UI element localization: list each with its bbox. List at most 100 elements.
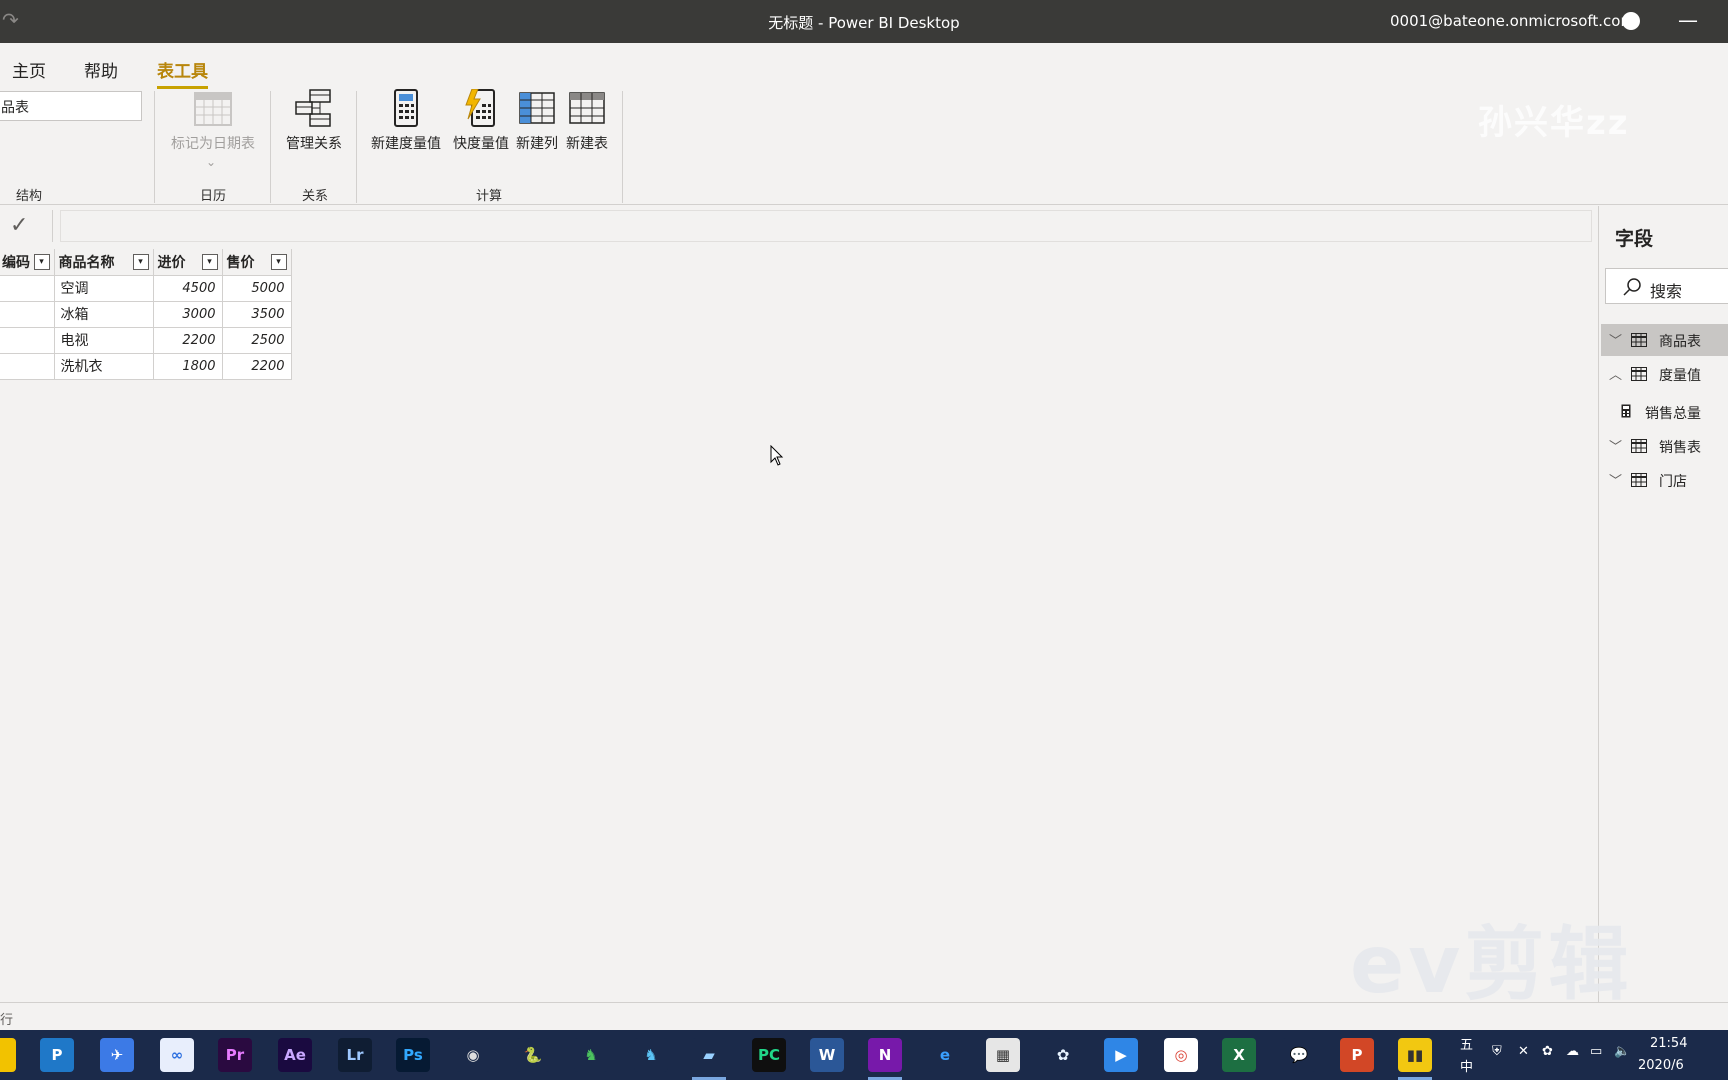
minimize-button[interactable]: — [1678, 8, 1698, 32]
field-label: 销售表 [1659, 440, 1701, 456]
cell-name[interactable]: 冰箱 [54, 301, 154, 328]
excel-icon[interactable]: X [1222, 1038, 1256, 1072]
chrome-icon[interactable]: ◎ [1164, 1038, 1198, 1072]
word-icon[interactable]: W [810, 1038, 844, 1072]
cell-cost[interactable]: 3000 [153, 301, 223, 328]
pycharm-icon[interactable]: PC [752, 1038, 786, 1072]
chevron-down-icon[interactable]: ⌄ [206, 155, 216, 169]
mark-date-table-button[interactable]: 标记为日期表 [166, 89, 260, 153]
evernote-icon[interactable]: ♞ [574, 1038, 608, 1072]
table-row[interactable]: 洗机衣 1800 2200 [0, 353, 292, 380]
cell-name[interactable]: 电视 [54, 327, 154, 354]
table-row[interactable]: 空调 4500 5000 [0, 275, 292, 302]
manage-relations-button[interactable]: 管理关系 [280, 89, 348, 153]
notepad-icon[interactable]: ▰ [692, 1038, 726, 1080]
column-header-cost[interactable]: 进价 ▾ [153, 249, 223, 276]
chevron-up-icon[interactable]: ︿ [1609, 364, 1622, 383]
baidu-netdisk-icon[interactable]: ∞ [160, 1038, 194, 1072]
pinwheel-icon[interactable]: ✿ [1046, 1038, 1080, 1072]
powerpoint-icon[interactable]: P [1340, 1038, 1374, 1072]
powerbi-icon[interactable]: ▮▮ [1398, 1038, 1432, 1080]
photoshop-icon[interactable]: Ps [396, 1038, 430, 1072]
new-measure-button[interactable]: 新建度量值 [366, 89, 446, 153]
lightroom-icon[interactable]: Lr [338, 1038, 372, 1072]
cell-code[interactable] [0, 327, 55, 354]
new-column-button[interactable]: 新建列 [512, 89, 562, 153]
evernote-alt-icon[interactable]: ♞ [634, 1038, 668, 1072]
network-icon[interactable]: ▭ [1590, 1044, 1602, 1059]
wechat-icon[interactable]: 💬 [1282, 1038, 1316, 1072]
formula-input[interactable] [60, 210, 1592, 242]
edge-icon[interactable]: e [928, 1038, 962, 1072]
calculator-icon[interactable]: ▦ [986, 1038, 1020, 1072]
ribbon: 主页 帮助 表工具 品表 结构 标记为日期表 ⌄ 日历 管理关系 关系 新建度量… [0, 43, 1728, 205]
account-email[interactable]: 0001@bateone.onmicrosoft.com [1390, 12, 1635, 30]
new-table-button[interactable]: 新建表 [562, 89, 612, 153]
new-table-label: 新建表 [566, 136, 608, 152]
column-header-code[interactable]: 编码 ▾ [0, 249, 55, 276]
explorer-icon[interactable] [0, 1038, 16, 1072]
quick-measure-icon [465, 89, 495, 127]
video-player-icon[interactable]: ▶ [1104, 1038, 1138, 1072]
chevron-down-icon[interactable]: ▾ [270, 254, 287, 270]
chevron-down-icon[interactable]: ▾ [132, 254, 149, 270]
column-header-price[interactable]: 售价 ▾ [222, 249, 292, 276]
avatar[interactable] [1622, 12, 1640, 30]
title-bar: ↷ 无标题 - Power BI Desktop 0001@bateone.on… [0, 0, 1728, 43]
table-row[interactable]: 电视 2200 2500 [0, 327, 292, 354]
feishu-icon[interactable]: ✈ [100, 1038, 134, 1072]
premiere-icon[interactable]: Pr [218, 1038, 252, 1072]
after-effects-icon[interactable]: Ae [278, 1038, 312, 1072]
chevron-down-icon[interactable]: ▾ [33, 254, 50, 270]
volume-icon[interactable]: 🔈 [1614, 1044, 1630, 1059]
nvidia-icon[interactable]: ✕ [1518, 1044, 1529, 1059]
clock-time[interactable]: 21:54 [1650, 1036, 1687, 1051]
cell-code[interactable] [0, 301, 55, 328]
cell-cost[interactable]: 1800 [153, 353, 223, 380]
group-divider [154, 91, 155, 203]
cell-price[interactable]: 5000 [222, 275, 292, 302]
tab-help[interactable]: 帮助 [84, 57, 118, 82]
chevron-down-icon[interactable]: ▾ [201, 254, 218, 270]
shield-icon[interactable]: ⛨ [1492, 1044, 1502, 1059]
ime-language-indicator[interactable]: 中 [1460, 1056, 1473, 1075]
search-input[interactable]: 搜索 [1605, 268, 1728, 304]
chevron-down-icon[interactable]: ﹀ [1609, 436, 1622, 455]
cell-price[interactable]: 2200 [222, 353, 292, 380]
clock-date[interactable]: 2020/6 [1638, 1058, 1684, 1073]
field-table-stores[interactable]: ﹀ 门店 [1601, 464, 1728, 496]
field-table-sales[interactable]: ﹀ 销售表 [1601, 430, 1728, 462]
quick-measure-button[interactable]: 快度量值 [448, 89, 514, 153]
table-row[interactable]: 冰箱 3000 3500 [0, 301, 292, 328]
field-table-products[interactable]: ﹀ 商品表 [1601, 324, 1728, 356]
cell-name[interactable]: 洗机衣 [54, 353, 154, 380]
cell-code[interactable] [0, 353, 55, 380]
tab-home[interactable]: 主页 [12, 57, 46, 82]
cell-code[interactable] [0, 275, 55, 302]
table-name-input[interactable]: 品表 [0, 91, 142, 121]
chevron-down-icon[interactable]: ﹀ [1609, 330, 1622, 349]
cell-cost[interactable]: 2200 [153, 327, 223, 354]
field-label: 门店 [1659, 474, 1687, 490]
chevron-down-icon[interactable]: ﹀ [1609, 470, 1622, 489]
field-table-measures[interactable]: ︿ 度量值 [1601, 358, 1728, 390]
cell-cost[interactable]: 4500 [153, 275, 223, 302]
column-header-name[interactable]: 商品名称 ▾ [54, 249, 154, 276]
group-label-calculations: 计算 [476, 189, 503, 204]
cell-price[interactable]: 2500 [222, 327, 292, 354]
cell-name[interactable]: 空调 [54, 275, 154, 302]
cinema4d-icon[interactable]: ◉ [456, 1038, 490, 1072]
status-bar: 行 [0, 1002, 1728, 1030]
tab-table-tools[interactable]: 表工具 [157, 57, 208, 89]
flower-icon[interactable]: ✿ [1542, 1044, 1553, 1059]
python-icon[interactable]: 🐍 [516, 1038, 550, 1072]
pycharm-edu-icon[interactable]: P [40, 1038, 74, 1072]
wechat-tray-icon[interactable]: ☁ [1566, 1044, 1579, 1059]
fields-pane: 字段 搜索 ﹀ 商品表 ︿ 度量值 销售总量 ﹀ 销售表 ﹀ 门店 [1598, 206, 1728, 1002]
table-icon [1631, 367, 1647, 381]
check-icon[interactable]: ✓ [10, 213, 28, 238]
field-measure-sales-total[interactable]: 销售总量 [1601, 396, 1728, 428]
onenote-icon[interactable]: N [868, 1038, 902, 1080]
cell-price[interactable]: 3500 [222, 301, 292, 328]
ime-mode-indicator[interactable]: 五 [1460, 1034, 1473, 1053]
